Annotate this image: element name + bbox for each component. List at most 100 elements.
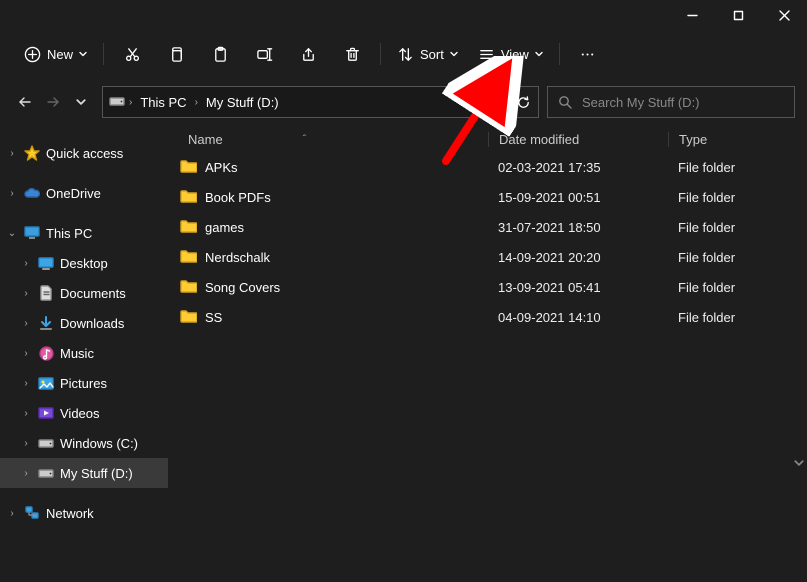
file-name: Nerdschalk — [205, 250, 270, 265]
more-options-button[interactable] — [566, 30, 610, 78]
document-icon — [38, 285, 54, 301]
sort-button[interactable]: Sort — [387, 30, 468, 78]
copy-icon — [168, 46, 185, 63]
delete-button[interactable] — [330, 30, 374, 78]
folder-icon — [180, 249, 197, 266]
clipboard-icon — [212, 46, 229, 63]
sidebar-item-this-pc[interactable]: ⌄ This PC — [0, 218, 168, 248]
chevron-right-icon[interactable]: › — [20, 348, 32, 359]
table-row[interactable]: SS04-09-2021 14:10File folder — [168, 302, 807, 332]
file-list-area: Nameˆ Date modified Type APKs02-03-2021 … — [168, 122, 807, 580]
column-header-name[interactable]: Nameˆ — [168, 132, 488, 147]
download-icon — [38, 315, 54, 331]
folder-icon — [180, 279, 197, 296]
chevron-down-icon — [79, 50, 87, 58]
file-name: APKs — [205, 160, 238, 175]
view-list-icon — [478, 46, 495, 63]
chevron-down-icon[interactable]: ⌄ — [6, 228, 18, 239]
minimize-button[interactable] — [669, 0, 715, 30]
address-history-button[interactable] — [468, 97, 492, 107]
column-header-date[interactable]: Date modified — [488, 132, 668, 147]
chevron-right-icon[interactable]: › — [20, 438, 32, 449]
sidebar-item-onedrive[interactable]: › OneDrive — [0, 178, 168, 208]
table-row[interactable]: Book PDFs15-09-2021 00:51File folder — [168, 182, 807, 212]
pictures-icon — [38, 375, 54, 391]
sidebar-item-label: Videos — [60, 406, 100, 421]
folder-icon — [180, 309, 197, 326]
folder-icon — [180, 219, 197, 236]
sidebar-item-label: OneDrive — [46, 186, 101, 201]
column-headers: Nameˆ Date modified Type — [168, 122, 807, 152]
table-row[interactable]: Song Covers13-09-2021 05:41File folder — [168, 272, 807, 302]
chevron-right-icon[interactable]: › — [6, 148, 18, 159]
sidebar-item-my-stuff-d[interactable]: › My Stuff (D:) — [0, 458, 168, 488]
sidebar-item-windows-c[interactable]: › Windows (C:) — [0, 428, 168, 458]
sidebar-item-network[interactable]: › Network — [0, 498, 168, 528]
scroll-down-button[interactable] — [793, 452, 805, 474]
breadcrumb-item[interactable]: This PC — [136, 95, 190, 110]
forward-button[interactable] — [40, 88, 66, 116]
divider — [559, 43, 560, 65]
column-header-type[interactable]: Type — [668, 132, 807, 147]
chevron-right-icon[interactable]: › — [20, 468, 32, 479]
folder-icon — [180, 189, 197, 206]
sidebar-item-label: Windows (C:) — [60, 436, 138, 451]
table-row[interactable]: games31-07-2021 18:50File folder — [168, 212, 807, 242]
plus-circle-icon — [24, 46, 41, 63]
share-icon — [300, 46, 317, 63]
title-bar — [0, 0, 807, 30]
sidebar-item-quick-access[interactable]: › Quick access — [0, 138, 168, 168]
sort-indicator-icon: ˆ — [303, 134, 306, 145]
paste-button[interactable] — [198, 30, 242, 78]
file-date: 04-09-2021 14:10 — [488, 310, 668, 325]
sidebar-item-documents[interactable]: › Documents — [0, 278, 168, 308]
chevron-right-icon[interactable]: › — [20, 408, 32, 419]
file-type: File folder — [668, 280, 807, 295]
cloud-icon — [24, 185, 40, 201]
chevron-right-icon[interactable]: › — [20, 288, 32, 299]
file-type: File folder — [668, 250, 807, 265]
table-row[interactable]: APKs02-03-2021 17:35File folder — [168, 152, 807, 182]
sidebar-item-label: Network — [46, 506, 94, 521]
share-button[interactable] — [286, 30, 330, 78]
chevron-right-icon[interactable]: › — [6, 508, 18, 519]
new-button[interactable]: New — [14, 30, 97, 78]
rename-icon — [256, 46, 273, 63]
chevron-right-icon[interactable]: › — [20, 378, 32, 389]
divider — [103, 43, 104, 65]
table-row[interactable]: Nerdschalk14-09-2021 20:20File folder — [168, 242, 807, 272]
videos-icon — [38, 405, 54, 421]
main-area: › Quick access › OneDrive ⌄ This PC › De… — [0, 122, 807, 580]
chevron-right-icon[interactable]: › — [20, 318, 32, 329]
copy-button[interactable] — [154, 30, 198, 78]
file-name: Book PDFs — [205, 190, 271, 205]
address-bar[interactable]: › This PC › My Stuff (D:) — [102, 86, 499, 118]
drive-icon — [38, 465, 54, 481]
sidebar-item-pictures[interactable]: › Pictures — [0, 368, 168, 398]
recent-locations-button[interactable] — [68, 88, 94, 116]
sidebar-item-label: My Stuff (D:) — [60, 466, 133, 481]
file-date: 13-09-2021 05:41 — [488, 280, 668, 295]
breadcrumb-item[interactable]: My Stuff (D:) — [202, 95, 283, 110]
chevron-right-icon[interactable]: › — [20, 258, 32, 269]
refresh-button[interactable] — [507, 86, 539, 118]
toolbar: New Sort View — [0, 30, 807, 78]
chevron-right-icon[interactable]: › — [6, 188, 18, 199]
sidebar-item-music[interactable]: › Music — [0, 338, 168, 368]
cut-button[interactable] — [110, 30, 154, 78]
maximize-button[interactable] — [715, 0, 761, 30]
rename-button[interactable] — [242, 30, 286, 78]
divider — [380, 43, 381, 65]
back-button[interactable] — [12, 88, 38, 116]
star-icon — [24, 145, 40, 161]
sidebar-item-videos[interactable]: › Videos — [0, 398, 168, 428]
file-name: games — [205, 220, 244, 235]
network-icon — [24, 505, 40, 521]
drive-icon — [109, 95, 125, 110]
view-button[interactable]: View — [468, 30, 553, 78]
search-input[interactable]: Search My Stuff (D:) — [547, 86, 795, 118]
scissors-icon — [124, 46, 141, 63]
sidebar-item-desktop[interactable]: › Desktop — [0, 248, 168, 278]
sidebar-item-downloads[interactable]: › Downloads — [0, 308, 168, 338]
close-button[interactable] — [761, 0, 807, 30]
